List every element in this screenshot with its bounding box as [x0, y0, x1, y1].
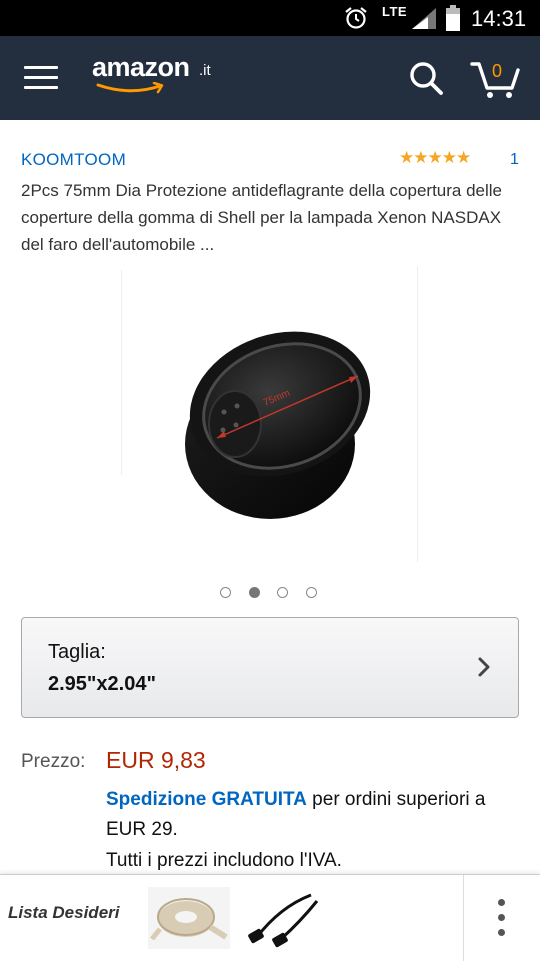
- wishlist-label[interactable]: Lista Desideri: [8, 903, 120, 923]
- status-bar: LTE 14:31: [0, 0, 540, 36]
- brand-link[interactable]: KOOMTOOM: [21, 150, 126, 170]
- smile-arrow-icon: [96, 82, 164, 94]
- product-title: 2Pcs 75mm Dia Protezione antideflagrante…: [21, 181, 502, 254]
- rating-count[interactable]: 1: [510, 151, 519, 169]
- gallery-dot-1[interactable]: [220, 587, 231, 598]
- gallery-dot-2[interactable]: [249, 587, 260, 598]
- logo-word: amazon: [92, 52, 190, 82]
- app-header: amazon .it 0: [0, 36, 540, 120]
- alarm-icon: [345, 7, 367, 29]
- product-image-gallery[interactable]: 75mm: [120, 266, 420, 562]
- wishlist-thumb-tape[interactable]: [148, 887, 230, 949]
- gallery-dot-3[interactable]: [277, 587, 288, 598]
- search-icon[interactable]: [408, 60, 444, 96]
- cart-count: 0: [492, 61, 503, 81]
- vat-note: Tutti i prezzi includono l'IVA.: [106, 850, 342, 871]
- bottom-bar-divider: [463, 875, 464, 961]
- network-type: LTE: [382, 4, 408, 19]
- clock: 14:31: [471, 6, 527, 31]
- signal-icon: [412, 8, 436, 29]
- price-value: EUR 9,83: [106, 747, 206, 773]
- more-options-icon[interactable]: [496, 899, 508, 939]
- star-rating[interactable]: ★★★★★: [399, 148, 471, 170]
- amazon-logo[interactable]: amazon .it: [92, 52, 232, 102]
- size-value: 2.95"x2.04": [48, 673, 156, 695]
- price-label: Prezzo:: [21, 751, 86, 772]
- size-label: Taglia:: [48, 641, 106, 663]
- battery-icon: [446, 5, 460, 31]
- product-image: 75mm: [185, 331, 371, 519]
- size-selector[interactable]: Taglia: 2.95"x2.04": [21, 617, 519, 718]
- gallery-dot-4[interactable]: [306, 587, 317, 598]
- chevron-right-icon: [478, 657, 490, 677]
- menu-icon[interactable]: [24, 64, 58, 92]
- rating-stars: ★★★★★: [399, 148, 471, 167]
- logo-tld: .it: [199, 62, 211, 79]
- wishlist-bar: Lista Desideri: [0, 874, 540, 961]
- gallery-pagination: [218, 587, 328, 603]
- wishlist-thumb-cable[interactable]: [245, 887, 327, 949]
- shipping-info: Spedizione GRATUITA per ordini superiori…: [106, 785, 506, 845]
- free-shipping-link[interactable]: Spedizione GRATUITA: [106, 789, 307, 810]
